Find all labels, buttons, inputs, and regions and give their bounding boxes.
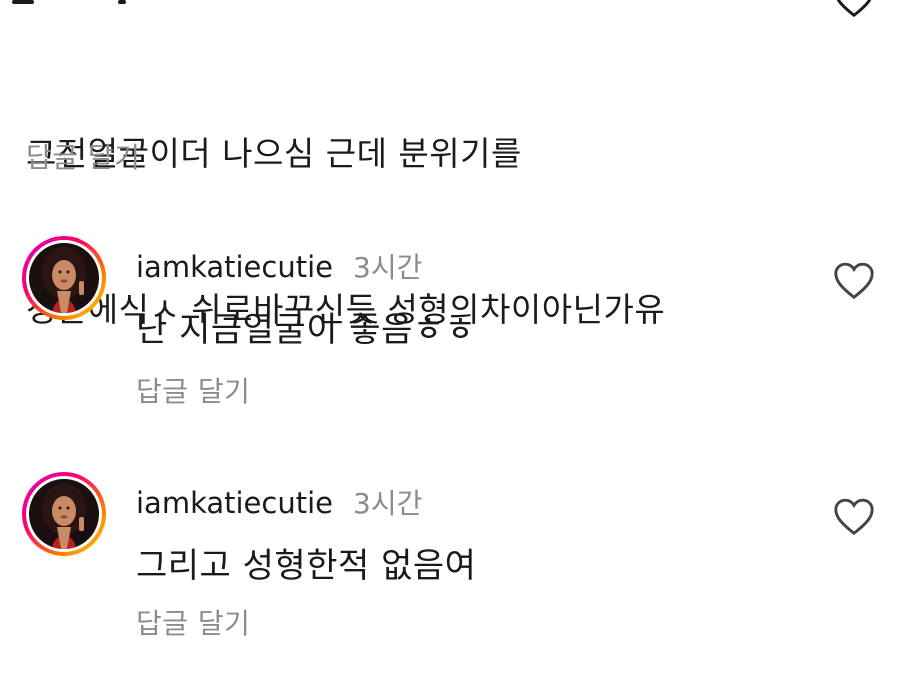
like-button[interactable] xyxy=(832,260,876,304)
comment-timestamp: 3시간 xyxy=(353,251,423,284)
comment-timestamp: 3시간 xyxy=(353,487,423,520)
comment-text: 난 지금얼굴이 좋음ㅎㅎ xyxy=(136,310,477,350)
profile-photo xyxy=(29,243,99,313)
reply-button[interactable]: 답글 달기 xyxy=(136,370,250,410)
avatar[interactable] xyxy=(22,236,106,320)
comment-header: iamkatiecutie 3시간 xyxy=(136,246,422,286)
comment-text: 그리고 성형한적 없음여 xyxy=(136,546,477,586)
heart-outline-icon xyxy=(834,262,874,300)
heart-outline-icon xyxy=(834,498,874,536)
avatar[interactable] xyxy=(22,472,106,556)
username-link[interactable]: iamkatiecutie xyxy=(136,486,333,520)
reply-button[interactable]: 답글 달기 xyxy=(136,602,250,642)
previous-comment-fragment xyxy=(0,0,912,8)
reply-comment-2: iamkatiecutie 3시간 그리고 성형한적 없음여 답글 달기 xyxy=(0,472,912,652)
top-comment-reply-button[interactable]: 답글 달기 xyxy=(26,136,140,176)
top-comment-like-button[interactable] xyxy=(832,0,876,22)
profile-photo xyxy=(29,479,99,549)
heart-outline-icon xyxy=(836,0,872,18)
username-link[interactable]: iamkatiecutie xyxy=(136,250,333,284)
reply-comment-1: iamkatiecutie 3시간 난 지금얼굴이 좋음ㅎㅎ 답글 달기 xyxy=(0,236,912,416)
comment-header: iamkatiecutie 3시간 xyxy=(136,482,422,522)
like-button[interactable] xyxy=(832,496,876,540)
